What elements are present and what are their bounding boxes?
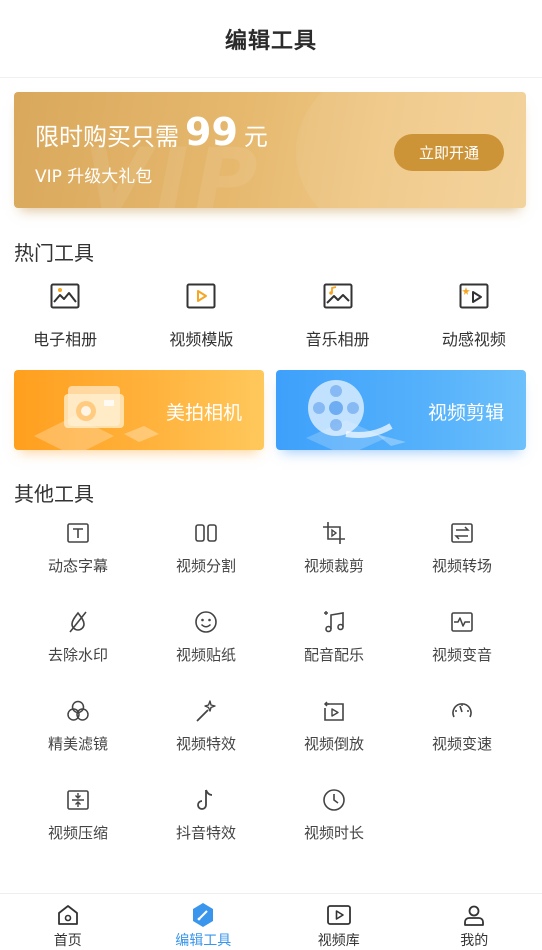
hot-tool-photo-album[interactable]: 电子相册 xyxy=(0,282,133,350)
activate-now-button[interactable]: 立即开通 xyxy=(394,134,504,171)
tool-label: 视频变音 xyxy=(431,646,492,664)
profile-icon xyxy=(461,902,487,928)
tool-video-split[interactable]: 视频分割 xyxy=(142,520,270,609)
tool-video-compress[interactable]: 视频压缩 xyxy=(14,787,142,876)
hot-tool-label: 音乐相册 xyxy=(305,330,370,349)
other-tools-title: 其他工具 xyxy=(14,482,94,506)
tool-dynamic-subtitle[interactable]: 动态字幕 xyxy=(14,520,142,609)
tool-video-reverse[interactable]: 视频倒放 xyxy=(270,698,398,787)
tool-video-crop[interactable]: 视频裁剪 xyxy=(270,520,398,609)
banner-price-unit: 元 xyxy=(243,123,268,151)
other-tools-grid: 动态字幕 视频分割 视频裁剪 视频转场 去除水印 视频贴纸 配音配乐 视频变音 … xyxy=(14,520,526,876)
video-editing-label: 视频剪辑 xyxy=(427,402,504,424)
filter-icon xyxy=(65,698,91,724)
crop-icon xyxy=(321,520,347,546)
hot-tools-grid: 电子相册 视频模版 音乐相册 动感视频 xyxy=(0,282,542,350)
voice-change-icon xyxy=(449,609,475,635)
tab-home[interactable]: 首页 xyxy=(0,894,136,950)
tab-edit-tools[interactable]: 编辑工具 xyxy=(136,894,272,950)
tool-tiktok-effects[interactable]: 抖音特效 xyxy=(142,787,270,876)
beauty-camera-label: 美拍相机 xyxy=(165,402,242,424)
hot-tool-label: 动感视频 xyxy=(441,330,506,349)
video-template-icon xyxy=(186,282,216,310)
tool-remove-watermark[interactable]: 去除水印 xyxy=(14,609,142,698)
tiktok-icon xyxy=(193,787,219,813)
tab-profile[interactable]: 我的 xyxy=(407,894,542,950)
tool-label: 视频转场 xyxy=(431,557,492,575)
tool-video-effects[interactable]: 视频特效 xyxy=(142,698,270,787)
tool-label: 去除水印 xyxy=(47,646,108,664)
hot-tool-music-album[interactable]: 音乐相册 xyxy=(270,282,406,350)
tab-label: 编辑工具 xyxy=(175,933,232,949)
transition-icon xyxy=(449,520,475,546)
magic-wand-icon xyxy=(193,698,219,724)
tab-label: 首页 xyxy=(53,933,82,949)
music-icon xyxy=(321,609,347,635)
tool-label: 精美滤镜 xyxy=(47,735,108,753)
tool-video-sticker[interactable]: 视频贴纸 xyxy=(142,609,270,698)
hot-tool-video-template[interactable]: 视频模版 xyxy=(133,282,269,350)
tool-label: 视频压缩 xyxy=(47,824,108,842)
video-editing-card[interactable]: 视频剪辑 xyxy=(276,370,526,450)
tool-label: 抖音特效 xyxy=(175,824,236,842)
banner-price: 99 xyxy=(185,110,238,154)
hot-tool-label: 电子相册 xyxy=(33,330,98,349)
top-bar: 编辑工具 xyxy=(0,0,542,78)
vip-promo-banner[interactable]: VIP 限时购买只需 99 元 VIP 升级大礼包 立即开通 xyxy=(14,92,526,208)
speed-icon xyxy=(449,698,475,724)
reverse-icon xyxy=(321,698,347,724)
tab-label: 视频库 xyxy=(317,933,360,949)
bottom-tab-bar: 首页 编辑工具 视频库 我的 xyxy=(0,893,542,950)
video-library-icon xyxy=(326,902,352,928)
split-icon xyxy=(193,520,219,546)
subtitle-icon xyxy=(65,520,91,546)
tool-video-transition[interactable]: 视频转场 xyxy=(398,520,526,609)
hot-tools-title: 热门工具 xyxy=(14,241,94,265)
tool-label: 配音配乐 xyxy=(303,646,364,664)
tool-label: 动态字幕 xyxy=(47,557,108,575)
tool-dubbing-music[interactable]: 配音配乐 xyxy=(270,609,398,698)
tool-voice-change[interactable]: 视频变音 xyxy=(398,609,526,698)
tab-label: 我的 xyxy=(460,933,489,949)
tool-label: 视频倒放 xyxy=(303,735,364,753)
film-reel-icon xyxy=(296,376,426,450)
tool-video-duration[interactable]: 视频时长 xyxy=(270,787,398,876)
hot-tool-label: 视频模版 xyxy=(169,330,234,349)
tab-video-library[interactable]: 视频库 xyxy=(271,894,407,950)
compress-icon xyxy=(65,787,91,813)
hot-tool-dynamic-video[interactable]: 动感视频 xyxy=(406,282,542,350)
banner-headline: 限时购买只需 99 元 xyxy=(35,112,268,152)
tool-beauty-filter[interactable]: 精美滤镜 xyxy=(14,698,142,787)
page-title: 编辑工具 xyxy=(224,28,317,54)
camera-icon xyxy=(34,376,164,450)
sticker-icon xyxy=(193,609,219,635)
tool-label: 视频贴纸 xyxy=(175,646,236,664)
photo-album-icon xyxy=(50,282,80,310)
music-album-icon xyxy=(323,282,353,310)
remove-watermark-icon xyxy=(65,609,91,635)
tool-label: 视频时长 xyxy=(303,824,364,842)
clock-icon xyxy=(321,787,347,813)
dynamic-video-icon xyxy=(459,282,489,310)
edit-tools-icon xyxy=(190,902,216,928)
banner-subtitle: VIP 升级大礼包 xyxy=(35,167,153,187)
tool-label: 视频变速 xyxy=(431,735,492,753)
beauty-camera-card[interactable]: 美拍相机 xyxy=(14,370,264,450)
tool-label: 视频特效 xyxy=(175,735,236,753)
banner-headline-text: 限时购买只需 xyxy=(35,123,179,151)
tool-video-speed[interactable]: 视频变速 xyxy=(398,698,526,787)
home-icon xyxy=(55,902,81,928)
tool-label: 视频分割 xyxy=(175,557,236,575)
tool-label: 视频裁剪 xyxy=(303,557,364,575)
